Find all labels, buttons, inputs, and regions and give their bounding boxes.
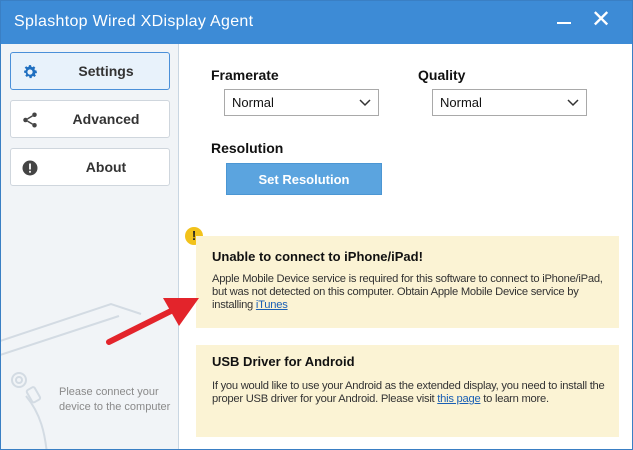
settings-panel: Framerate Normal Quality Normal Resoluti… xyxy=(180,44,632,449)
app-window: Splashtop Wired XDisplay Agent ✕ Setting… xyxy=(0,0,633,450)
sidebar-item-label: Settings xyxy=(78,63,134,79)
ios-notice-panel: Unable to connect to iPhone/iPad! Apple … xyxy=(196,236,619,328)
red-arrow-annotation xyxy=(106,298,199,345)
window-title: Splashtop Wired XDisplay Agent xyxy=(14,13,254,30)
info-icon xyxy=(22,160,38,176)
close-button[interactable]: ✕ xyxy=(586,7,616,35)
quality-label: Quality xyxy=(418,67,466,83)
quality-select[interactable]: Normal xyxy=(432,89,587,116)
android-notice-title: USB Driver for Android xyxy=(212,354,355,369)
chevron-down-icon xyxy=(567,99,579,107)
gear-icon xyxy=(24,65,38,79)
this-page-link[interactable]: this page xyxy=(437,393,480,405)
quality-value: Normal xyxy=(440,95,482,110)
itunes-link[interactable]: iTunes xyxy=(256,299,288,311)
sidebar-item-about[interactable]: About xyxy=(10,148,170,186)
sidebar-hint: Please connect your device to the comput… xyxy=(59,386,171,413)
android-notice-panel: USB Driver for Android If you would like… xyxy=(196,345,619,437)
android-notice-body: If you would like to use your Android as… xyxy=(212,380,605,405)
share-icon xyxy=(23,112,37,128)
ios-notice-title: Unable to connect to iPhone/iPad! xyxy=(212,249,423,264)
sidebar: Settings Advanced About Please connect y… xyxy=(1,44,179,449)
minimize-button[interactable] xyxy=(549,7,579,35)
chevron-down-icon xyxy=(359,99,371,107)
framerate-select[interactable]: Normal xyxy=(224,89,379,116)
framerate-label: Framerate xyxy=(211,67,279,83)
sidebar-item-settings[interactable]: Settings xyxy=(10,52,170,90)
sidebar-item-label: Advanced xyxy=(72,111,140,127)
sidebar-item-advanced[interactable]: Advanced xyxy=(10,100,170,138)
ios-notice-body: Apple Mobile Device service is required … xyxy=(212,273,603,311)
sidebar-item-label: About xyxy=(85,159,127,175)
resolution-label: Resolution xyxy=(211,140,284,156)
framerate-value: Normal xyxy=(232,95,274,110)
title-bar: Splashtop Wired XDisplay Agent ✕ xyxy=(1,1,632,44)
set-resolution-button[interactable]: Set Resolution xyxy=(226,163,382,195)
